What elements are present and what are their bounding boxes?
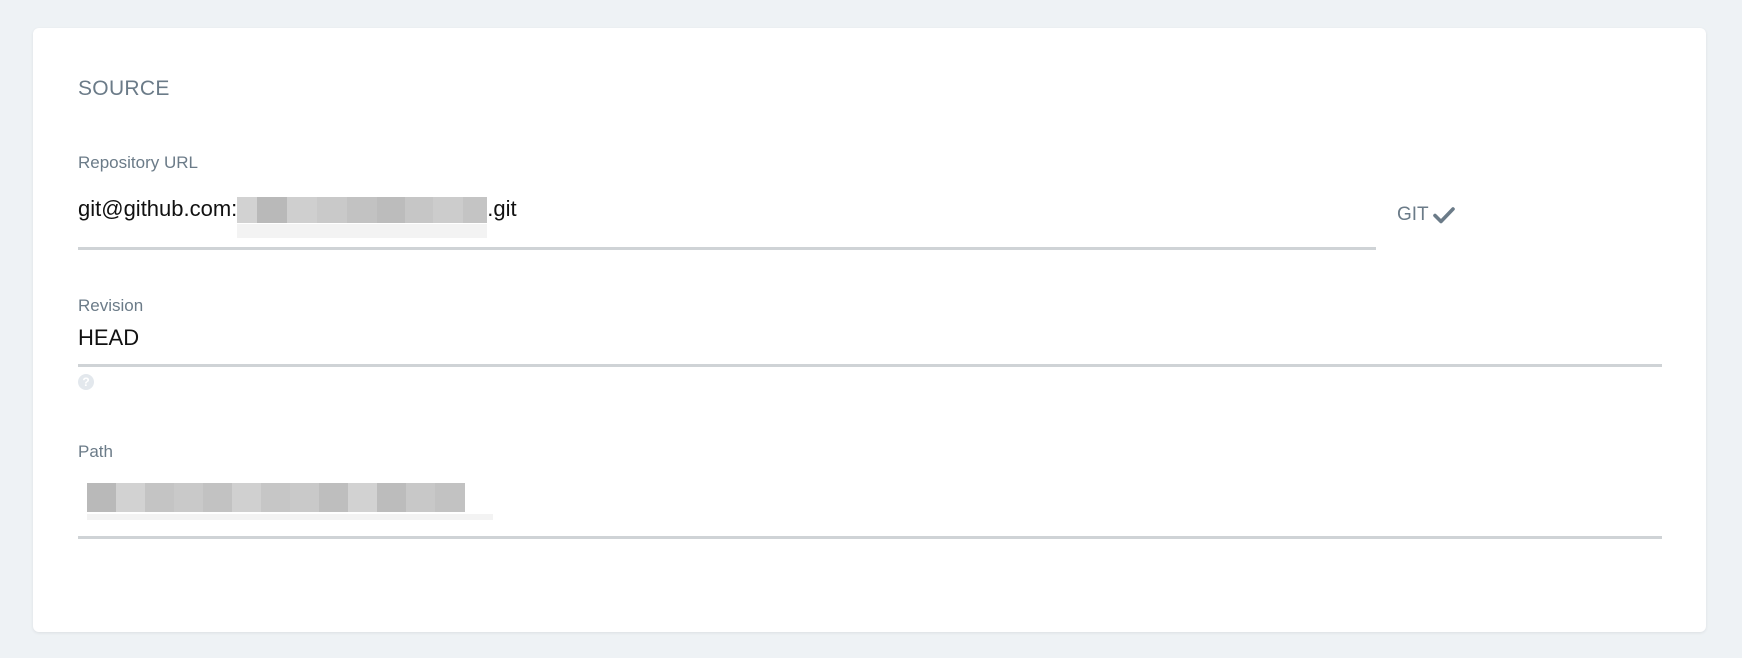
redacted-repository-name (237, 197, 488, 239)
repository-url-prefix: git@github.com: (78, 196, 238, 221)
repository-type-label: GIT (1397, 204, 1429, 225)
repository-url-input[interactable]: git@github.com: .git (78, 196, 517, 239)
path-input[interactable] (87, 483, 493, 520)
source-card: SOURCE Repository URL git@github.com: .g… (33, 28, 1706, 632)
redacted-path (87, 483, 493, 520)
revision-input[interactable]: HEAD (78, 325, 139, 351)
path-underline (78, 536, 1662, 539)
question-circle-icon[interactable]: ? (78, 374, 94, 390)
check-icon (1432, 207, 1455, 224)
repository-type-badge: GIT (1397, 204, 1455, 226)
revision-label: Revision (78, 296, 144, 315)
repository-url-suffix: .git (487, 196, 517, 221)
repository-url-underline (78, 247, 1376, 250)
path-label: Path (78, 442, 113, 461)
section-title: SOURCE (78, 77, 170, 100)
repository-url-label: Repository URL (78, 153, 198, 172)
revision-underline (78, 364, 1662, 367)
